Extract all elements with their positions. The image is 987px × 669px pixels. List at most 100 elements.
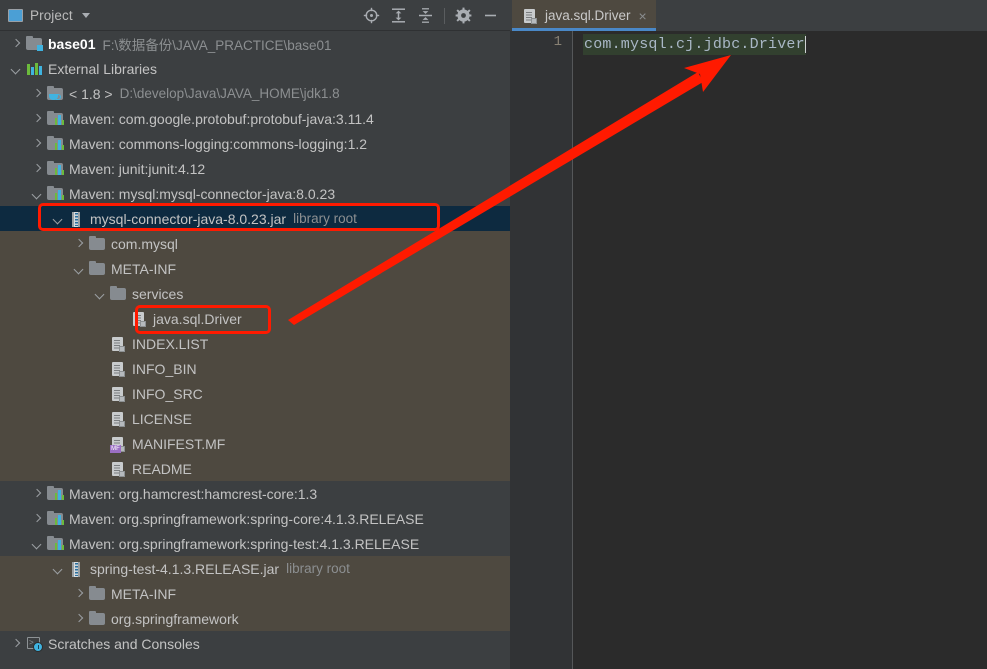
tree-row[interactable]: org.springframework [0, 606, 510, 631]
tree-row-label: MANIFEST.MF [132, 435, 226, 452]
chevron-right-icon[interactable] [31, 162, 44, 175]
gear-icon[interactable] [450, 2, 477, 29]
tree-row[interactable]: Maven: junit:junit:4.12 [0, 156, 510, 181]
package-folder-icon [89, 585, 106, 602]
libraries-icon [26, 60, 43, 77]
chevron-right-icon[interactable] [73, 587, 86, 600]
jar-icon [68, 210, 85, 227]
tree-row-sublabel: F:\数据备份\JAVA_PRACTICE\base01 [102, 37, 332, 53]
tree-row[interactable]: spring-test-4.1.3.RELEASE.jar library roo… [0, 556, 510, 581]
chevron-down-icon[interactable] [94, 287, 107, 300]
maven-lib-icon [47, 485, 64, 502]
tree-row[interactable]: External Libraries [0, 56, 510, 81]
chevron-right-icon[interactable] [73, 612, 86, 625]
toolbar-divider [444, 7, 445, 24]
editor-gutter[interactable]: 1 [510, 31, 573, 669]
chevron-down-icon[interactable] [73, 262, 86, 275]
project-panel-title: Project [30, 8, 73, 23]
file-icon [110, 410, 127, 427]
tree-row-label: org.springframework [111, 610, 239, 627]
tree-row-label: java.sql.Driver [153, 310, 242, 327]
tree-row-label: Maven: org.springframework:spring-core:4… [69, 510, 424, 527]
chevron-right-icon[interactable] [10, 637, 23, 650]
tree-row-label: LICENSE [132, 410, 192, 427]
chevron-down-icon[interactable] [52, 562, 65, 575]
tree-row[interactable]: com.mysql [0, 231, 510, 256]
chevron-right-icon[interactable] [73, 237, 86, 250]
manifest-file-icon: MF [110, 435, 127, 453]
maven-lib-icon [47, 510, 64, 527]
tree-row-label: mysql-connector-java-8.0.23.jar [90, 210, 287, 227]
project-panel-toolbar [358, 0, 504, 31]
tree-row[interactable]: < 1.8 > D:\develop\Java\JAVA_HOME\jdk1.8 [0, 81, 510, 106]
tree-row[interactable]: Maven: org.springframework:spring-test:4… [0, 531, 510, 556]
no-chevron-spacer [115, 312, 128, 325]
chevron-down-icon[interactable] [10, 62, 23, 75]
editor-tab-bar: java.sql.Driver × [510, 0, 987, 31]
tree-row[interactable]: INFO_BIN [0, 356, 510, 381]
tree-row-label: Maven: commons-logging:commons-logging:1… [69, 135, 368, 152]
tree-row-label: Maven: mysql:mysql-connector-java:8.0.23 [69, 185, 336, 202]
no-chevron-spacer [94, 362, 107, 375]
chevron-right-icon[interactable] [10, 37, 23, 50]
tree-row[interactable]: Maven: commons-logging:commons-logging:1… [0, 131, 510, 156]
package-folder-icon [89, 260, 106, 277]
expand-all-icon[interactable] [385, 2, 412, 29]
jdk-folder-icon [47, 85, 64, 102]
collapse-all-icon[interactable] [412, 2, 439, 29]
chevron-right-icon[interactable] [31, 137, 44, 150]
tree-row[interactable]: services [0, 281, 510, 306]
locate-icon[interactable] [358, 2, 385, 29]
chevron-right-icon[interactable] [31, 87, 44, 100]
close-icon[interactable]: × [639, 9, 647, 23]
project-tool-window: Project base01 F:\数据备份\JAVA_PRACTICE\bas… [0, 0, 510, 669]
tab-java-sql-driver[interactable]: java.sql.Driver × [512, 0, 656, 31]
tree-row[interactable]: > Scratches and Consoles [0, 631, 510, 656]
tree-row[interactable]: Maven: mysql:mysql-connector-java:8.0.23 [0, 181, 510, 206]
editor-area: java.sql.Driver × 1 com.mysql.cj.jdbc.Dr… [510, 0, 987, 669]
chevron-right-icon[interactable] [31, 112, 44, 125]
tree-row-label: README [132, 460, 192, 477]
tree-row[interactable]: base01 F:\数据备份\JAVA_PRACTICE\base01 [0, 31, 510, 56]
tree-row[interactable]: META-INF [0, 256, 510, 281]
tree-row-label: services [132, 285, 184, 302]
package-folder-icon [89, 610, 106, 627]
tree-row-sublabel: D:\develop\Java\JAVA_HOME\jdk1.8 [119, 86, 340, 101]
tree-row[interactable]: LICENSE [0, 406, 510, 431]
code-line-1[interactable]: com.mysql.cj.jdbc.Driver [583, 34, 807, 55]
package-folder-icon [110, 285, 127, 302]
tree-row[interactable]: INFO_SRC [0, 381, 510, 406]
chevron-right-icon[interactable] [31, 512, 44, 525]
tree-row[interactable]: Maven: com.google.protobuf:protobuf-java… [0, 106, 510, 131]
tab-label: java.sql.Driver [545, 8, 631, 23]
tree-row-label: base01 [48, 35, 96, 52]
tree-row[interactable]: MF MANIFEST.MF [0, 431, 510, 456]
tree-row-label: External Libraries [48, 60, 157, 77]
project-title-group[interactable]: Project [8, 0, 90, 31]
tree-row-label: < 1.8 > [69, 85, 113, 102]
tree-row-label: Maven: com.google.protobuf:protobuf-java… [69, 110, 374, 127]
tree-row[interactable]: mysql-connector-java-8.0.23.jar library r… [0, 206, 510, 231]
chevron-down-icon[interactable] [31, 187, 44, 200]
code-text: com.mysql.cj.jdbc.Driver [584, 36, 805, 53]
editor-code-area[interactable]: com.mysql.cj.jdbc.Driver [574, 31, 987, 669]
line-number: 1 [553, 34, 562, 50]
file-icon [522, 7, 539, 24]
tree-row-label: META-INF [111, 260, 177, 277]
project-tree[interactable]: base01 F:\数据备份\JAVA_PRACTICE\base01 Extern… [0, 31, 510, 669]
tree-row-label: INFO_SRC [132, 385, 203, 402]
tree-row[interactable]: Maven: org.springframework:spring-core:4… [0, 506, 510, 531]
tree-row[interactable]: README [0, 456, 510, 481]
chevron-right-icon[interactable] [31, 487, 44, 500]
tree-row-label: Maven: org.hamcrest:hamcrest-core:1.3 [69, 485, 318, 502]
file-icon [110, 335, 127, 352]
ide-window: Project base01 F:\数据备份\JAVA_PRACTICE\bas… [0, 0, 987, 669]
chevron-down-icon[interactable] [31, 537, 44, 550]
chevron-down-icon[interactable] [81, 13, 90, 18]
tree-row[interactable]: INDEX.LIST [0, 331, 510, 356]
tree-row[interactable]: META-INF [0, 581, 510, 606]
minimize-icon[interactable] [477, 2, 504, 29]
tree-row[interactable]: Maven: org.hamcrest:hamcrest-core:1.3 [0, 481, 510, 506]
chevron-down-icon[interactable] [52, 212, 65, 225]
tree-row[interactable]: java.sql.Driver [0, 306, 510, 331]
